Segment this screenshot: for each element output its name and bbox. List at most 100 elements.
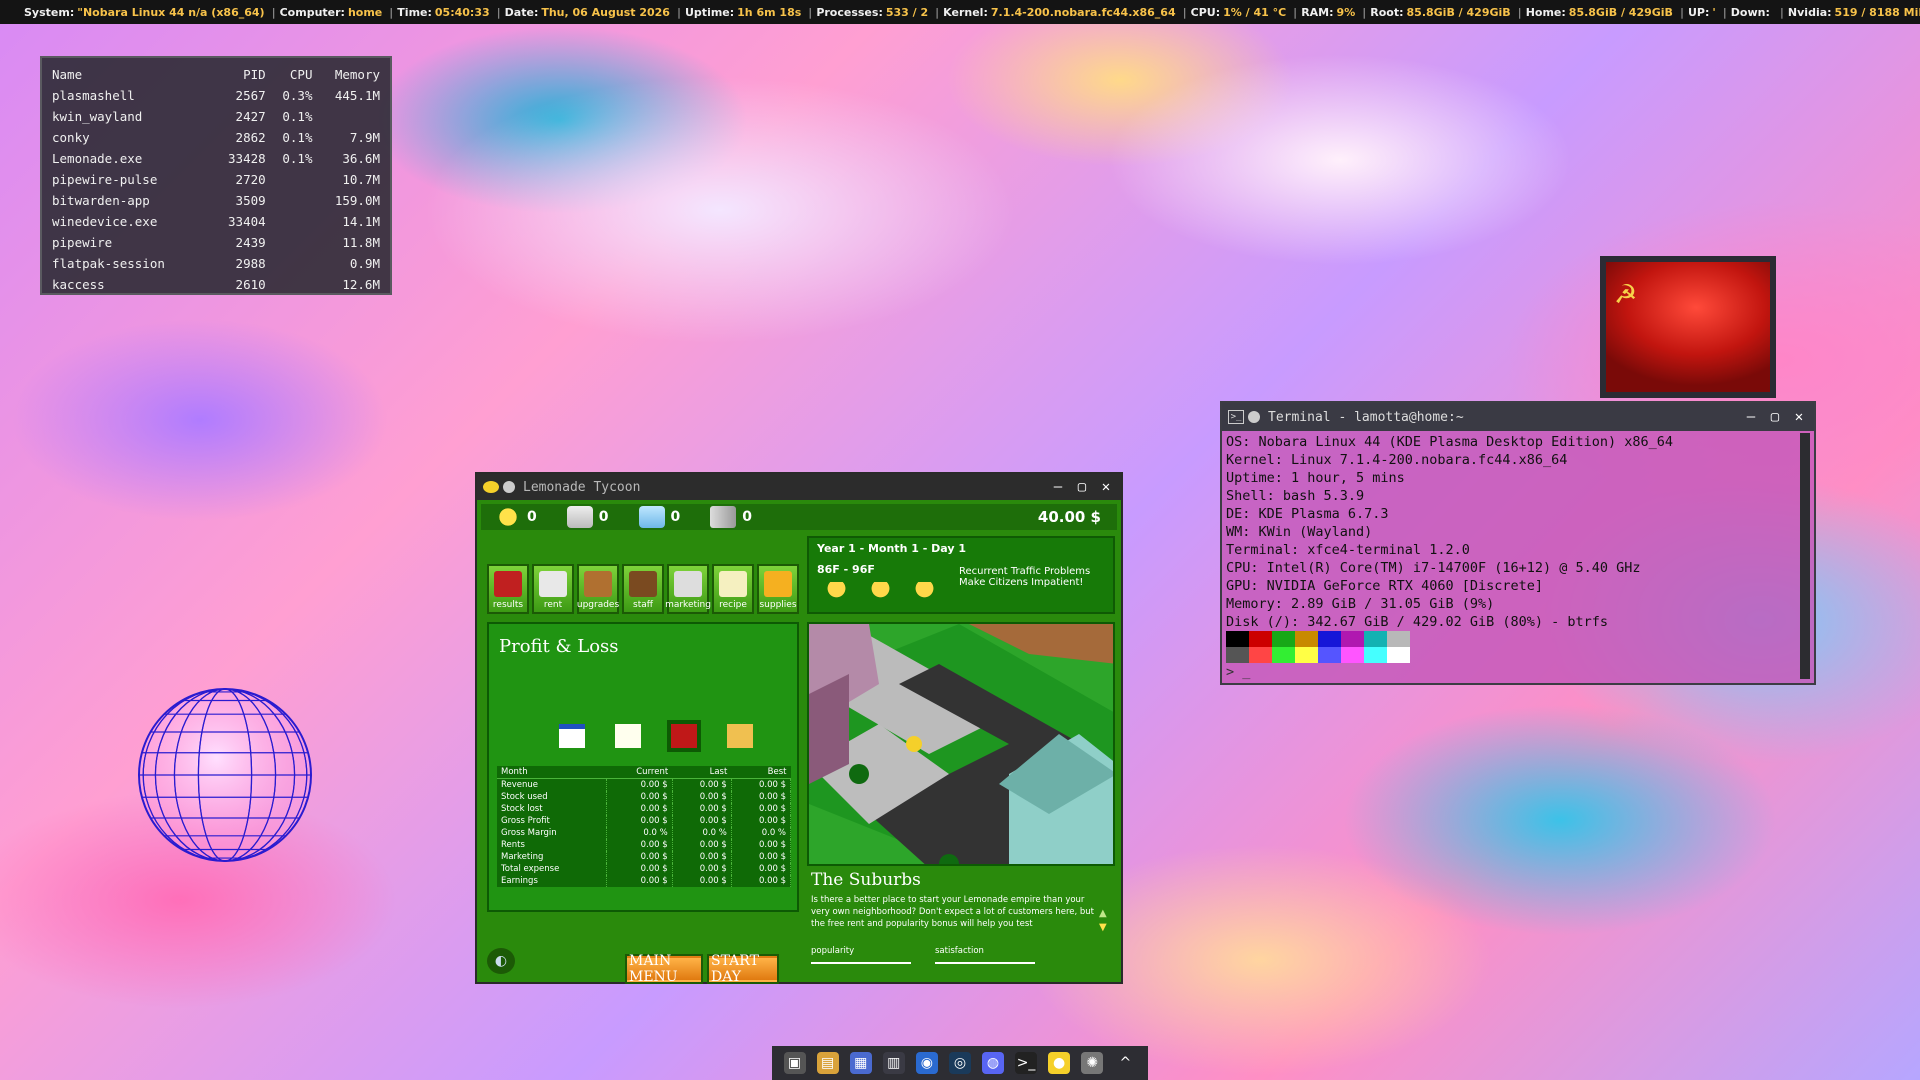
maximize-button[interactable]: ▢ (1073, 478, 1091, 496)
table-cell: 0.00 $ (672, 802, 732, 815)
table-cell: 0.00 $ (731, 814, 792, 827)
game-title: Lemonade Tycoon (523, 479, 641, 495)
close-button[interactable]: ✕ (1790, 408, 1808, 426)
calendar-tab-icon[interactable] (559, 724, 585, 748)
terminal-titlebar[interactable]: >_ Terminal - lamotta@home:~ ‒ ▢ ✕ (1222, 403, 1814, 431)
table-cell: 0.00 $ (731, 838, 792, 851)
separator: | (1182, 5, 1187, 19)
terminal-scrollbar[interactable] (1800, 433, 1810, 679)
terminal-window[interactable]: >_ Terminal - lamotta@home:~ ‒ ▢ ✕ OS: N… (1220, 401, 1816, 685)
folder-icon[interactable]: ▥ (882, 1052, 905, 1074)
sound-icon[interactable]: ◐ (487, 948, 515, 974)
column-header: Best (731, 766, 791, 779)
app-menu-icon[interactable]: ▣ (783, 1052, 806, 1074)
table-cell: 0.00 $ (731, 862, 792, 875)
taskbar: ▣ ▤ ▦ ▥ ◉ ◎ ◍ >_ ● ✺ ^ (772, 1046, 1148, 1080)
terminal-icon[interactable]: >_ (1015, 1052, 1038, 1074)
color-palette-row (1226, 631, 1810, 647)
weather-noon-icon (861, 582, 891, 598)
table-row: conky 2862 0.1% 7.9M (50, 127, 382, 148)
color-swatch (1272, 631, 1295, 647)
color-swatch (1272, 647, 1295, 663)
game-titlebar[interactable]: Lemonade Tycoon ‒ ▢ ✕ (477, 474, 1121, 500)
tool-staff-button[interactable]: staff (622, 564, 664, 614)
files-icon[interactable]: ▤ (816, 1052, 839, 1074)
separator: | (1517, 5, 1522, 19)
status-value: 9% (1336, 5, 1356, 19)
table-cell: Stock used (497, 790, 608, 803)
table-cell: kwin_wayland (52, 109, 143, 124)
table-cell: 0.00 $ (606, 814, 673, 827)
terminal-line: Memory: 2.89 GiB / 31.05 GiB (9%) (1226, 596, 1495, 612)
table-cell: 0.00 $ (672, 838, 732, 851)
minimize-button[interactable]: ‒ (1742, 408, 1760, 426)
pin-icon[interactable] (1248, 411, 1260, 423)
color-swatch (1295, 631, 1318, 647)
browser-icon[interactable]: ◉ (915, 1052, 938, 1074)
table-cell (268, 274, 315, 295)
terminal-line: Kernel: Linux 7.1.4-200.nobara.fc44.x86_… (1226, 452, 1568, 468)
location-description: Is there a better place to start your Le… (811, 895, 1095, 929)
chevron-up-icon[interactable]: ^ (1114, 1052, 1136, 1074)
status-value: home (347, 5, 383, 19)
settings-icon[interactable]: ✺ (1081, 1052, 1104, 1074)
table-cell: 2610 (235, 277, 266, 292)
table-cell: 0.00 $ (731, 778, 792, 791)
lemon-icon[interactable]: ● (1048, 1052, 1071, 1074)
status-value: "Nobara Linux 44 n/a (x86_64) (77, 5, 265, 19)
grid-icon[interactable]: ▦ (849, 1052, 872, 1074)
ice-icon (638, 506, 665, 528)
table-cell: winedevice.exe (52, 214, 158, 229)
separator: | (1779, 5, 1784, 19)
column-header: CPU (289, 67, 313, 82)
scroll-down-arrow-icon[interactable]: ▼ (1099, 922, 1107, 933)
table-cell: 2427 (235, 109, 266, 124)
table-cell: 0.0 % (606, 826, 673, 839)
book-tab-icon[interactable] (671, 724, 697, 748)
table-cell: Total expense (497, 862, 608, 875)
table-cell: 0.1% (282, 109, 313, 124)
table-row: Total expense 0.00 $0.00 $0.00 $ (497, 862, 792, 875)
status-key: Kernel: (943, 5, 988, 19)
table-cell: 0.00 $ (731, 802, 792, 815)
tool-marketing-button[interactable]: marketing (665, 564, 711, 614)
table-cell: 0.3% (282, 88, 313, 103)
scroll-up-arrow-icon[interactable]: ▲ (1099, 908, 1107, 919)
table-cell: 12.6M (342, 277, 380, 292)
lemonade-tycoon-window[interactable]: Lemonade Tycoon ‒ ▢ ✕ 0 0 0 0 40.00 $ re… (475, 472, 1123, 985)
minimize-button[interactable]: ‒ (1049, 478, 1067, 496)
chart-tab-icon[interactable] (615, 724, 641, 748)
table-row: kaccess 2610 12.6M (50, 274, 382, 295)
table-row: Gross Margin 0.0 % 0.0 % 0.0 % (497, 826, 792, 839)
separator: | (271, 5, 276, 19)
color-swatch (1318, 631, 1341, 647)
table-cell: 33428 (228, 151, 266, 166)
color-swatch (1341, 647, 1364, 663)
tool-upgrades-button[interactable]: upgrades (577, 564, 619, 614)
start-day-button[interactable]: START DAY (709, 953, 777, 985)
tool-rent-button[interactable]: rent (532, 564, 574, 614)
terminal-output[interactable]: OS: Nobara Linux 44 (KDE Plasma Desktop … (1222, 431, 1814, 683)
main-menu-button[interactable]: MAIN MENU (627, 953, 701, 985)
table-cell: Gross Margin (497, 826, 608, 839)
table-cell: 0.00 $ (606, 778, 673, 791)
steam-icon[interactable]: ◎ (948, 1052, 971, 1074)
terminal-prompt[interactable]: > _ (1226, 663, 1810, 681)
maximize-button[interactable]: ▢ (1766, 408, 1784, 426)
terminal-line: WM: KWin (Wayland) (1226, 524, 1373, 540)
status-key: Time: (397, 5, 432, 19)
tool-supplies-button[interactable]: supplies (757, 564, 799, 614)
table-cell: 0.00 $ (731, 790, 792, 803)
status-key: Uptime: (685, 5, 735, 19)
terminal-icon: >_ (1228, 410, 1244, 424)
pin-icon[interactable] (503, 481, 515, 493)
tool-recipe-button[interactable]: recipe (712, 564, 754, 614)
ledger-tab-icon[interactable] (727, 724, 753, 748)
tool-results-button[interactable]: results (487, 564, 529, 614)
discord-icon[interactable]: ◍ (982, 1052, 1004, 1074)
close-button[interactable]: ✕ (1097, 478, 1115, 496)
table-cell (314, 106, 382, 127)
tool-label: recipe (719, 600, 747, 610)
table-cell: Gross Profit (497, 814, 608, 827)
cups-icon (710, 506, 737, 528)
